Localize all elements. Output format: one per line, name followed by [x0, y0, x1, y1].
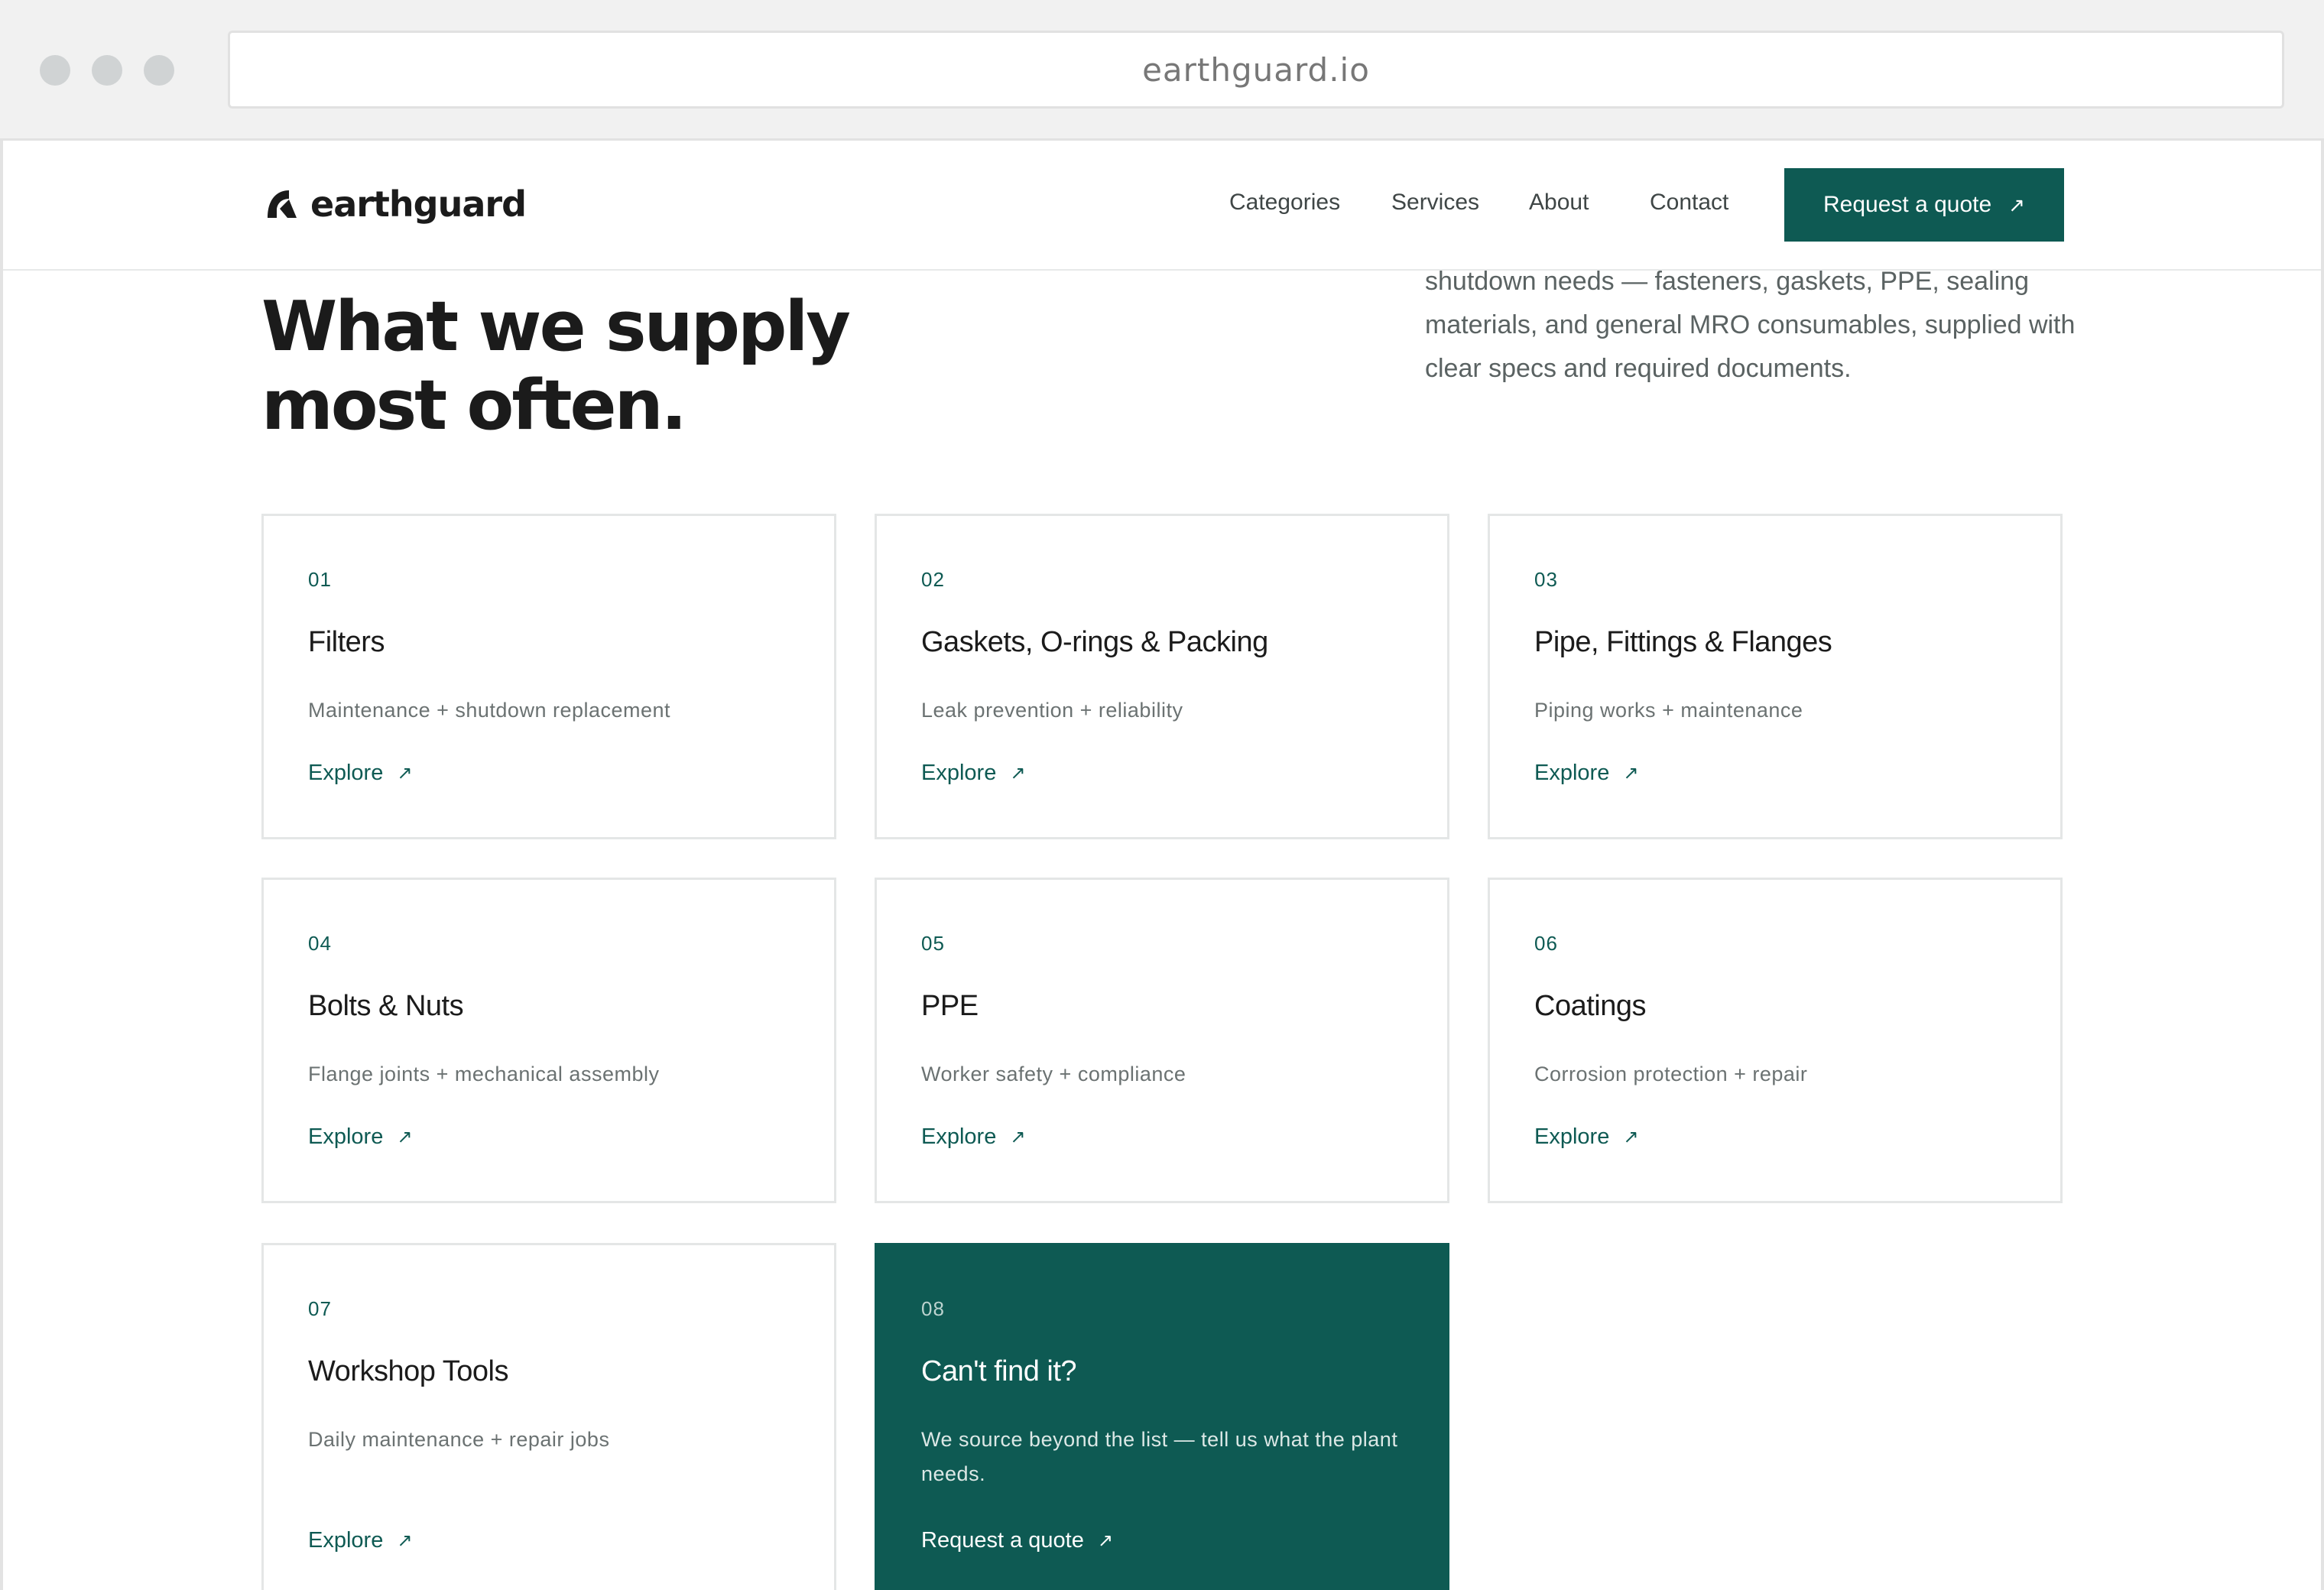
- arrow-up-right-icon: ↗: [397, 1127, 413, 1147]
- explore-link[interactable]: Explore ↗: [1534, 1124, 1638, 1150]
- explore-label: Explore: [921, 1124, 997, 1149]
- card-description: Daily maintenance + repair jobs: [308, 1428, 610, 1451]
- category-card-gaskets[interactable]: 02 Gaskets, O-rings & Packing Leak preve…: [875, 514, 1449, 839]
- explore-label: Explore: [921, 761, 997, 785]
- explore-link[interactable]: Explore ↗: [308, 761, 412, 786]
- request-quote-label: Request a quote: [1823, 192, 1992, 217]
- card-number: 03: [1534, 568, 1558, 591]
- card-number: 08: [921, 1297, 945, 1320]
- site-header: earthguard Categories Services About Con…: [3, 141, 2321, 271]
- window-minimize-dot[interactable]: [92, 55, 122, 86]
- card-title: Can't find it?: [921, 1355, 1077, 1387]
- arrow-up-right-icon: ↗: [1623, 763, 1639, 784]
- nav-item-services[interactable]: Services: [1391, 190, 1479, 216]
- card-number: 02: [921, 568, 945, 591]
- arrow-up-right-icon: ↗: [1623, 1127, 1639, 1147]
- category-card-bolts[interactable]: 04 Bolts & Nuts Flange joints + mechanic…: [261, 878, 836, 1203]
- card-title: Coatings: [1534, 990, 1646, 1022]
- explore-link[interactable]: Explore ↗: [1534, 761, 1638, 786]
- card-number: 05: [921, 932, 945, 955]
- card-number: 06: [1534, 932, 1558, 955]
- card-title: Bolts & Nuts: [308, 990, 464, 1022]
- request-quote-link[interactable]: Request a quote ↗: [921, 1528, 1113, 1553]
- explore-label: Explore: [308, 1528, 384, 1553]
- card-title: Gaskets, O-rings & Packing: [921, 626, 1268, 658]
- category-card-tools[interactable]: 07 Workshop Tools Daily maintenance + re…: [261, 1243, 836, 1590]
- card-description: Maintenance + shutdown replacement: [308, 699, 671, 722]
- arrow-up-right-icon: ↗: [1097, 1530, 1113, 1551]
- explore-label: Explore: [308, 761, 384, 785]
- logo[interactable]: earthguard: [263, 183, 527, 225]
- card-description: Leak prevention + reliability: [921, 699, 1183, 722]
- card-description: Worker safety + compliance: [921, 1063, 1186, 1085]
- card-description: We source beyond the list — tell us what…: [921, 1428, 1398, 1485]
- nav-item-categories[interactable]: Categories: [1229, 190, 1340, 216]
- nav-item-contact[interactable]: Contact: [1650, 190, 1728, 216]
- logo-mark-icon: [268, 190, 297, 218]
- arrow-up-right-icon: ↗: [397, 763, 413, 784]
- page-title-line: What we supply: [261, 287, 851, 367]
- arrow-up-right-icon: ↗: [1010, 1127, 1026, 1147]
- page-title: What we supply most often.: [261, 287, 851, 446]
- card-title: Pipe, Fittings & Flanges: [1534, 626, 1832, 658]
- explore-label: Explore: [308, 1124, 384, 1149]
- arrow-up-right-icon: ↗: [1010, 763, 1026, 784]
- browser-toolbar: earthguard.io: [0, 0, 2324, 141]
- explore-link[interactable]: Explore ↗: [921, 761, 1025, 786]
- custom-request-card[interactable]: 08 Can't find it? We source beyond the l…: [875, 1243, 1449, 1590]
- explore-link[interactable]: Explore ↗: [921, 1124, 1025, 1150]
- card-number: 07: [308, 1297, 332, 1320]
- nav-item-about[interactable]: About: [1529, 190, 1589, 216]
- card-description: Piping works + maintenance: [1534, 699, 1803, 722]
- category-card-coatings[interactable]: 06 Coatings Corrosion protection + repai…: [1488, 878, 2063, 1203]
- intro-line: materials, and general MRO consumables, …: [1425, 310, 2076, 339]
- request-quote-button[interactable]: Request a quote ↗: [1784, 168, 2064, 242]
- card-number: 01: [308, 568, 332, 591]
- category-card-pipe[interactable]: 03 Pipe, Fittings & Flanges Piping works…: [1488, 514, 2063, 839]
- card-description: Corrosion protection + repair: [1534, 1063, 1808, 1085]
- page-title-line: most often.: [261, 365, 687, 446]
- arrow-up-right-icon: ↗: [397, 1530, 413, 1551]
- explore-link[interactable]: Explore ↗: [308, 1528, 412, 1553]
- card-description: Flange joints + mechanical assembly: [308, 1063, 660, 1085]
- page-content: earthguard Categories Services About Con…: [3, 141, 2321, 1590]
- card-title: Workshop Tools: [308, 1355, 508, 1387]
- explore-label: Explore: [1534, 1124, 1610, 1149]
- intro-line: clear specs and required documents.: [1425, 354, 1852, 383]
- address-bar[interactable]: earthguard.io: [228, 31, 2284, 109]
- card-number: 04: [308, 932, 332, 955]
- category-card-filters[interactable]: 01 Filters Maintenance + shutdown replac…: [261, 514, 836, 839]
- address-url: earthguard.io: [1142, 50, 1370, 89]
- card-title: Filters: [308, 626, 385, 658]
- explore-link[interactable]: Explore ↗: [308, 1124, 412, 1150]
- category-card-ppe[interactable]: 05 PPE Worker safety + compliance Explor…: [875, 878, 1449, 1203]
- arrow-up-right-icon: ↗: [2008, 193, 2025, 216]
- logo-text: earthguard: [310, 183, 527, 225]
- explore-label: Explore: [1534, 761, 1610, 785]
- window-close-dot[interactable]: [40, 55, 70, 86]
- request-quote-link-label: Request a quote: [921, 1528, 1084, 1553]
- intro-text: shutdown needs — fasteners, gaskets, PPE…: [1425, 260, 2082, 391]
- window-maximize-dot[interactable]: [144, 55, 174, 86]
- card-title: PPE: [921, 990, 979, 1022]
